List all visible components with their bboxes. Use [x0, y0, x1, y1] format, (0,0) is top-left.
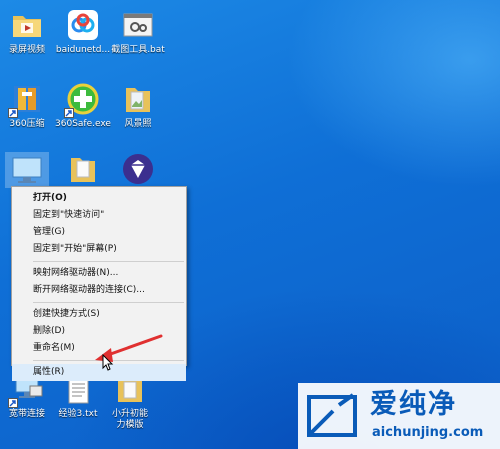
watermark: 爱纯净 aichunjing.com: [298, 383, 500, 449]
bat-file-icon: [121, 8, 155, 42]
computer-icon: [5, 152, 49, 188]
menu-item-open[interactable]: 打开(O): [12, 190, 186, 207]
desktop-icon-label: 截图工具.bat: [111, 45, 165, 55]
menu-item-map-drive[interactable]: 映射网络驱动器(N)...: [12, 265, 186, 282]
360safe-icon: [64, 82, 100, 118]
menu-item-create-shortcut[interactable]: 创建快捷方式(S): [12, 306, 186, 323]
desktop-icon-360safe[interactable]: 360Safe.exe: [53, 82, 113, 130]
folder-document-icon: [66, 152, 100, 186]
desktop-icon-label: 录屏视频: [8, 45, 45, 55]
mouse-cursor-icon: [102, 354, 114, 371]
shortcut-arrow-icon: [8, 108, 18, 118]
desktop-icon-label: baidunetd...: [55, 45, 111, 55]
folder-video-icon: [10, 8, 44, 42]
watermark-brand: 爱纯净: [370, 389, 457, 420]
watermark-url: aichunjing.com: [372, 425, 484, 440]
shortcut-arrow-icon: [64, 108, 74, 118]
menu-item-manage[interactable]: 管理(G): [12, 224, 186, 241]
red-arrow-annotation-icon: [95, 334, 163, 362]
menu-separator: [33, 302, 184, 303]
desktop-icon-document-folder[interactable]: [53, 152, 113, 189]
desktop-icon-label: 经验3.txt: [58, 409, 98, 419]
menu-item-pin-quick-access[interactable]: 固定到"快速访问": [12, 207, 186, 224]
shortcut-arrow-icon: [8, 398, 18, 408]
360zip-icon: [8, 82, 44, 118]
menu-item-disconnect-drive[interactable]: 断开网络驱动器的连接(C)...: [12, 282, 186, 299]
desktop-icon-label: 风景照: [124, 119, 152, 129]
menu-separator: [33, 261, 184, 262]
desktop-icon-video-folder[interactable]: 录屏视频: [0, 8, 57, 56]
desktop-icon-label: 360Safe.exe: [55, 119, 111, 129]
menu-item-pin-start[interactable]: 固定到"开始"屏幕(P): [12, 241, 186, 258]
desktop-icon-360zip[interactable]: 360压缩: [0, 82, 57, 130]
desktop-icon-label: 小升初能力模版: [111, 409, 148, 430]
desktop-icon-bat-file[interactable]: 截图工具.bat: [108, 8, 168, 56]
desktop-icon-baidunetdisk[interactable]: baidunetd...: [53, 8, 113, 56]
baidunetdisk-icon: [66, 8, 100, 42]
purple-gem-app-icon: [121, 152, 155, 186]
desktop-icon-label: 360压缩: [9, 119, 45, 129]
aichunjing-logo-icon: [307, 393, 357, 437]
desktop-icon-photos-folder[interactable]: 风景照: [108, 82, 168, 130]
desktop-icon-app-gem[interactable]: [108, 152, 168, 189]
folder-photos-icon: [121, 82, 155, 116]
